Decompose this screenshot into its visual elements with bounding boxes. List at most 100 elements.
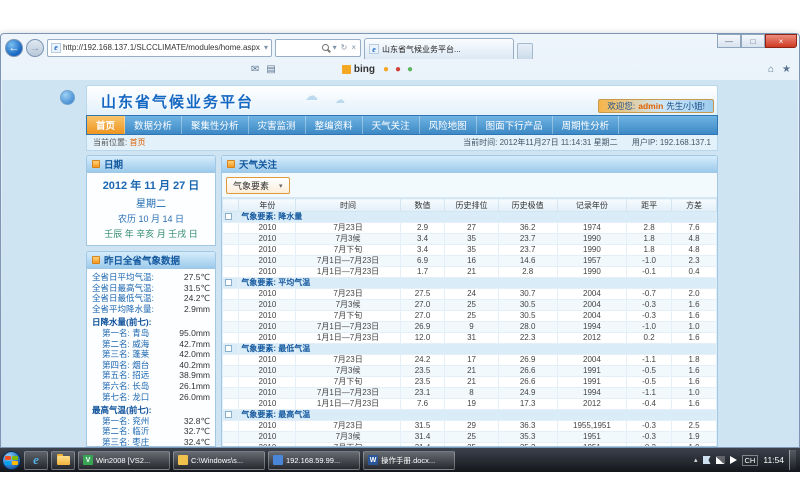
- minimize-button[interactable]: —: [717, 34, 741, 48]
- action-center-icon[interactable]: [703, 456, 711, 464]
- table-row[interactable]: 20107月3候23.52126.61991-0.51.6: [223, 366, 717, 377]
- search-icon[interactable]: [322, 44, 329, 51]
- cell: 35: [445, 234, 498, 245]
- column-header: 记录年份: [557, 199, 626, 212]
- table-row[interactable]: 20107月3候27.02530.52004-0.31.6: [223, 300, 717, 311]
- volume-icon[interactable]: [730, 456, 737, 464]
- element-group-row: 气象要素: 降水量: [223, 212, 717, 223]
- current-time-text: 当前时间: 2012年11月27日 11:14:31 星期二: [463, 138, 617, 147]
- address-bar[interactable]: e http://192.168.137.1/SLCCLIMATE/module…: [47, 39, 272, 57]
- ranking-value: 42.0mm: [179, 349, 210, 360]
- table-row[interactable]: 20107月下旬3.43523.719901.84.8: [223, 245, 717, 256]
- refresh-icon[interactable]: ↻: [341, 43, 348, 52]
- element-selector-button[interactable]: 气象要素 ▾: [226, 177, 290, 194]
- group-checkbox[interactable]: [225, 345, 232, 352]
- cell: 2010: [239, 267, 296, 278]
- messenger-icon[interactable]: ●: [383, 64, 389, 75]
- home-icon[interactable]: ⌂: [768, 64, 774, 75]
- cell: 4.8: [672, 234, 717, 245]
- table-row[interactable]: 20107月下旬31.42535.31951-0.31.9: [223, 443, 717, 447]
- stop-icon[interactable]: ×: [351, 43, 356, 52]
- cell: -0.5: [627, 366, 672, 377]
- app-icon: [178, 455, 188, 465]
- group-checkbox[interactable]: [225, 411, 232, 418]
- element-group-label: 气象要素: 最低气温: [239, 344, 717, 355]
- table-row[interactable]: 20107月1日—7月23日26.9928.01994-1.01.0: [223, 322, 717, 333]
- favorites-star-icon[interactable]: ★: [782, 64, 791, 75]
- cell: 3.4: [400, 234, 445, 245]
- table-row[interactable]: 20107月23日27.52430.72004-0.72.0: [223, 289, 717, 300]
- cell: 36.2: [498, 223, 557, 234]
- group-checkbox[interactable]: [225, 213, 232, 220]
- url-text[interactable]: http://192.168.137.1/SLCCLIMATE/modules/…: [63, 43, 262, 52]
- table-row[interactable]: 20107月23日24.21726.92004-1.11.8: [223, 355, 717, 366]
- table-row[interactable]: 20107月1日—7月23日23.1824.91994-1.11.0: [223, 388, 717, 399]
- nav-item[interactable]: 数据分析: [125, 116, 182, 134]
- ranking-value: 42.7mm: [179, 339, 210, 350]
- mail-icon[interactable]: ✉: [251, 64, 259, 75]
- nav-item[interactable]: 风险地图: [420, 116, 477, 134]
- weather-widget-icon[interactable]: ●: [407, 64, 413, 75]
- toolbar-left-icons: ✉▤: [251, 64, 276, 75]
- table-row[interactable]: 20107月23日31.52936.31955,1951-0.32.5: [223, 421, 717, 432]
- nav-item[interactable]: 图面下行产品: [477, 116, 553, 134]
- table-row[interactable]: 20107月下旬23.52126.61991-0.51.6: [223, 377, 717, 388]
- table-row[interactable]: 20101月1日—7月23日12.03122.320120.21.6: [223, 333, 717, 344]
- explorer-taskbar-icon[interactable]: [51, 451, 75, 470]
- taskbar-clock[interactable]: 11:54: [763, 455, 784, 465]
- group-checkbox-cell: [223, 344, 239, 355]
- ranking-value: 32.8℃: [184, 416, 210, 427]
- table-row[interactable]: 20107月3候3.43523.719901.84.8: [223, 234, 717, 245]
- tray-expand-icon[interactable]: ▴: [694, 456, 698, 464]
- nav-item[interactable]: 周期性分析: [553, 116, 620, 134]
- nav-item[interactable]: 天气关注: [363, 116, 420, 134]
- bing-logo: bing: [342, 64, 375, 75]
- breadcrumb-home-link[interactable]: 首页: [129, 138, 145, 147]
- row-spacer-cell: [223, 311, 239, 322]
- nav-item[interactable]: 整编资料: [306, 116, 363, 134]
- browser-tab[interactable]: e 山东省气候业务平台...: [364, 38, 514, 59]
- cell: 2010: [239, 256, 296, 267]
- taskbar-window-button[interactable]: VWin2008 [VS2...: [78, 451, 170, 470]
- table-row[interactable]: 20101月1日—7月23日1.7212.81990-0.10.4: [223, 267, 717, 278]
- cell: 1.9: [672, 443, 717, 447]
- summary-label: 全省平均降水量:: [92, 304, 154, 315]
- new-tab-button[interactable]: [517, 43, 533, 59]
- nav-item[interactable]: 聚集性分析: [182, 116, 249, 134]
- weather-panel-title: 天气关注: [239, 157, 277, 171]
- taskbar-window-button[interactable]: C:\Windows\s...: [173, 451, 265, 470]
- taskbar-window-button[interactable]: W操作手册.docx...: [363, 451, 455, 470]
- forward-button[interactable]: →: [26, 39, 44, 57]
- start-button[interactable]: [2, 451, 21, 470]
- address-dropdown-icon[interactable]: ▾: [264, 43, 268, 52]
- cell: 1994: [557, 322, 626, 333]
- cell: 31.5: [400, 421, 445, 432]
- column-header: 历史排位: [445, 199, 498, 212]
- table-row[interactable]: 20107月3候31.42535.31951-0.31.9: [223, 432, 717, 443]
- search-box[interactable]: ▾ ↻ ×: [275, 39, 361, 57]
- qq-icon[interactable]: ●: [395, 64, 401, 75]
- table-row[interactable]: 20107月下旬27.02530.52004-0.31.6: [223, 311, 717, 322]
- taskbar-window-button[interactable]: 192.168.59.99...: [268, 451, 360, 470]
- network-icon[interactable]: [716, 456, 725, 464]
- cell: 25: [445, 443, 498, 447]
- back-button[interactable]: ←: [5, 39, 23, 57]
- search-dropdown-icon[interactable]: ▾: [333, 43, 337, 52]
- show-desktop-button[interactable]: [789, 450, 796, 470]
- table-row[interactable]: 20107月23日2.92736.219742.87.6: [223, 223, 717, 234]
- summary-label: 全省日最低气温:: [92, 293, 154, 304]
- language-indicator[interactable]: CH: [742, 455, 759, 466]
- cell: 23.7: [498, 234, 557, 245]
- cell: 1.8: [627, 234, 672, 245]
- table-row[interactable]: 20107月1日—7月23日6.91614.61957-1.02.3: [223, 256, 717, 267]
- cell: 2010: [239, 234, 296, 245]
- ie-taskbar-icon[interactable]: e: [24, 451, 48, 470]
- cell: 23.5: [400, 377, 445, 388]
- group-checkbox[interactable]: [225, 279, 232, 286]
- page-icon[interactable]: ▤: [266, 64, 275, 75]
- close-button[interactable]: ×: [765, 34, 797, 48]
- table-row[interactable]: 20101月1日—7月23日7.61917.32012-0.41.6: [223, 399, 717, 410]
- nav-item[interactable]: 首页: [87, 116, 125, 134]
- maximize-button[interactable]: □: [741, 34, 765, 48]
- nav-item[interactable]: 灾害监测: [249, 116, 306, 134]
